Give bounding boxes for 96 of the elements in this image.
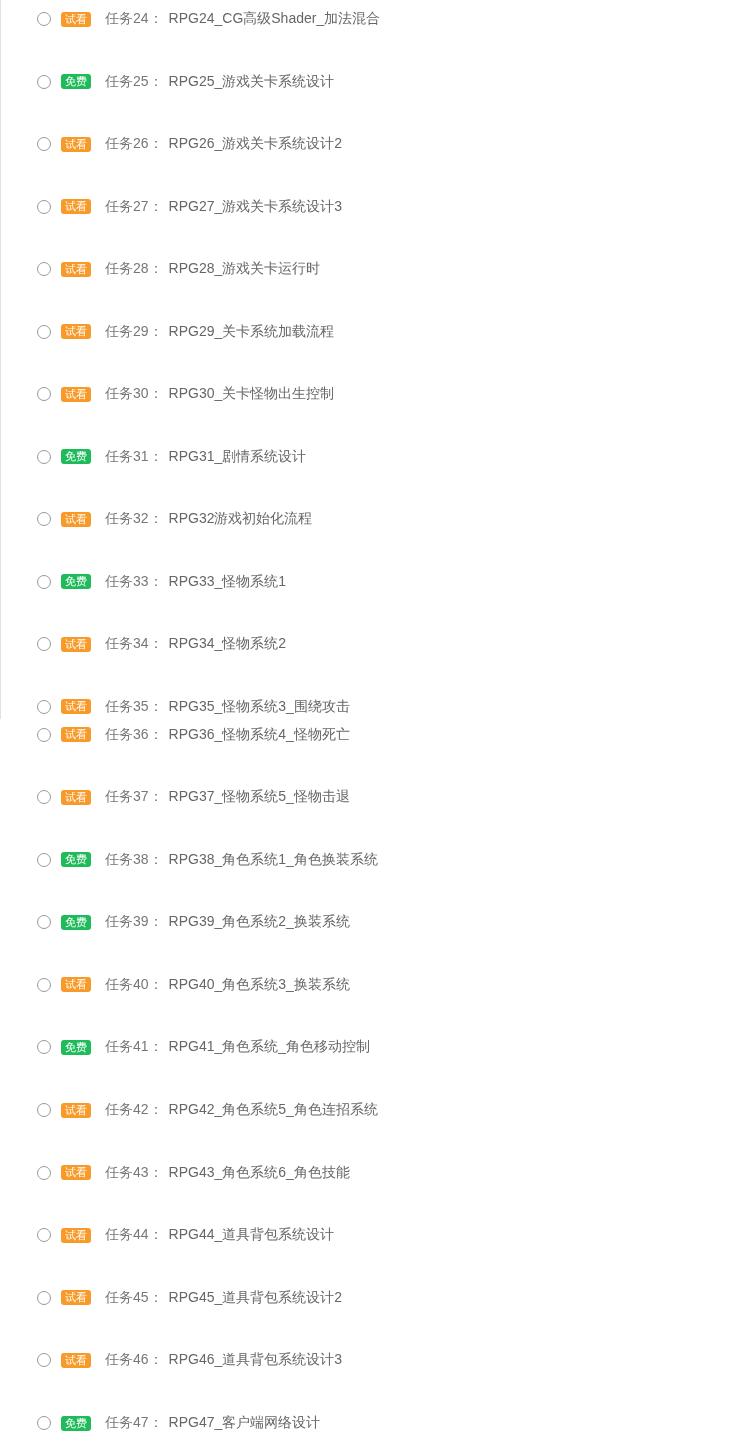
task-number: 任务39： (105, 913, 163, 932)
tag: 免费 (61, 449, 91, 464)
tag: 试看 (61, 136, 91, 152)
tag: 试看 (61, 199, 91, 214)
task-number: 任务29： (105, 322, 163, 341)
radio-button[interactable] (37, 137, 51, 151)
task-title[interactable]: RPG40_角色系统3_换装系统 (168, 975, 350, 994)
task-title[interactable]: RPG45_道具背包系统设计2 (168, 1288, 343, 1307)
task-title[interactable]: RPG34_怪物系统2 (168, 635, 287, 653)
task-title[interactable]: RPG44_道具背包系统设计 (168, 1226, 335, 1245)
radio-button[interactable] (37, 1040, 51, 1055)
task-number: 任务43： (105, 1163, 163, 1182)
tag: 试看 (61, 727, 91, 742)
task-title[interactable]: RPG37_怪物系统5_怪物击退 (168, 788, 350, 807)
radio-button[interactable] (37, 12, 51, 26)
tag: 试看 (61, 1352, 91, 1368)
task-title[interactable]: RPG43_角色系统6_角色技能 (168, 1163, 350, 1182)
tag: 试看 (61, 511, 91, 527)
task-number: 任务44： (105, 1226, 163, 1245)
task-title[interactable]: RPG46_道具背包系统设计3 (168, 1351, 343, 1370)
task-number: 任务26： (105, 135, 163, 153)
radio-button[interactable] (37, 1228, 51, 1243)
task-title[interactable]: RPG39_角色系统2_换装系统 (168, 913, 350, 932)
task-title[interactable]: RPG30_关卡怪物出生控制 (168, 385, 335, 403)
task-title[interactable]: RPG38_角色系统1_角色换装系统 (168, 850, 378, 869)
radio-button[interactable] (37, 852, 51, 867)
radio-button[interactable] (37, 387, 51, 401)
task-number: 任务27： (105, 197, 163, 216)
radio-button[interactable] (37, 324, 51, 339)
radio-button[interactable] (37, 512, 51, 526)
task-title[interactable]: RPG36_怪物系统4_怪物死亡 (168, 725, 350, 744)
radio-button[interactable] (37, 1290, 51, 1305)
radio-button[interactable] (37, 637, 51, 651)
radio-button[interactable] (37, 915, 51, 930)
radio-button[interactable] (37, 1353, 51, 1368)
tag: 试看 (61, 1165, 91, 1181)
task-number: 任务38： (105, 850, 163, 869)
tag: 试看 (61, 699, 91, 714)
tag: 免费 (61, 574, 91, 589)
task-number: 任务42： (105, 1101, 163, 1120)
task-title[interactable]: RPG24_CG高级Shader_加法混合 (168, 10, 381, 28)
task-number: 任务30： (105, 385, 163, 403)
radio-button[interactable] (37, 199, 51, 214)
radio-button[interactable] (37, 1416, 51, 1431)
task-title[interactable]: RPG25_游戏关卡系统设计 (168, 72, 335, 91)
tag: 免费 (61, 74, 91, 89)
tag: 试看 (61, 977, 91, 993)
radio-button[interactable] (37, 790, 51, 805)
task-number: 任务31： (105, 447, 163, 466)
task-number: 任务36： (105, 725, 163, 744)
radio-button[interactable] (37, 262, 51, 276)
task-number: 任务41： (105, 1038, 163, 1057)
tag: 试看 (61, 261, 91, 277)
tag: 试看 (61, 386, 91, 402)
task-number: 任务45： (105, 1288, 163, 1307)
radio-button[interactable] (37, 574, 51, 589)
task-title[interactable]: RPG32游戏初始化流程 (168, 510, 313, 528)
task-title[interactable]: RPG31_剧情系统设计 (168, 447, 307, 466)
tag: 试看 (61, 1290, 91, 1306)
task-number: 任务28： (105, 260, 163, 278)
task-title[interactable]: RPG26_游戏关卡系统设计2 (168, 135, 343, 153)
task-number: 任务35： (105, 697, 163, 716)
task-title[interactable]: RPG42_角色系统5_角色连招系统 (168, 1101, 378, 1120)
task-title[interactable]: RPG33_怪物系统1 (168, 572, 287, 591)
tag: 试看 (61, 1227, 91, 1243)
task-title[interactable]: RPG35_怪物系统3_围绕攻击 (168, 697, 350, 716)
task-number: 任务46： (105, 1351, 163, 1370)
task-number: 任务25： (105, 72, 163, 91)
task-number: 任务24： (105, 10, 163, 28)
radio-button[interactable] (37, 699, 51, 714)
task-title[interactable]: RPG29_关卡系统加载流程 (168, 322, 335, 341)
tag: 试看 (61, 324, 91, 339)
radio-button[interactable] (37, 1103, 51, 1118)
task-title[interactable]: RPG27_游戏关卡系统设计3 (168, 197, 343, 216)
tag: 免费 (61, 1415, 91, 1431)
radio-button[interactable] (37, 74, 51, 89)
task-number: 任务37： (105, 788, 163, 807)
radio-button[interactable] (37, 977, 51, 992)
task-number: 任务32： (105, 510, 163, 528)
tag: 试看 (61, 1102, 91, 1118)
tag: 试看 (61, 636, 91, 652)
radio-button[interactable] (37, 1165, 51, 1180)
tag: 试看 (61, 789, 91, 805)
tag: 免费 (61, 1039, 91, 1055)
task-title[interactable]: RPG47_客户端网络设计 (168, 1414, 321, 1433)
task-number: 任务47： (105, 1414, 163, 1433)
radio-button[interactable] (37, 727, 51, 742)
task-title[interactable]: RPG41_角色系统_角色移动控制 (168, 1038, 371, 1057)
radio-button[interactable] (37, 449, 51, 464)
tag: 免费 (61, 914, 91, 930)
task-number: 任务33： (105, 572, 163, 591)
task-title[interactable]: RPG28_游戏关卡运行时 (168, 260, 321, 278)
task-number: 任务40： (105, 975, 163, 994)
tag: 免费 (61, 852, 91, 868)
task-number: 任务34： (105, 635, 163, 653)
tag: 试看 (61, 11, 91, 27)
